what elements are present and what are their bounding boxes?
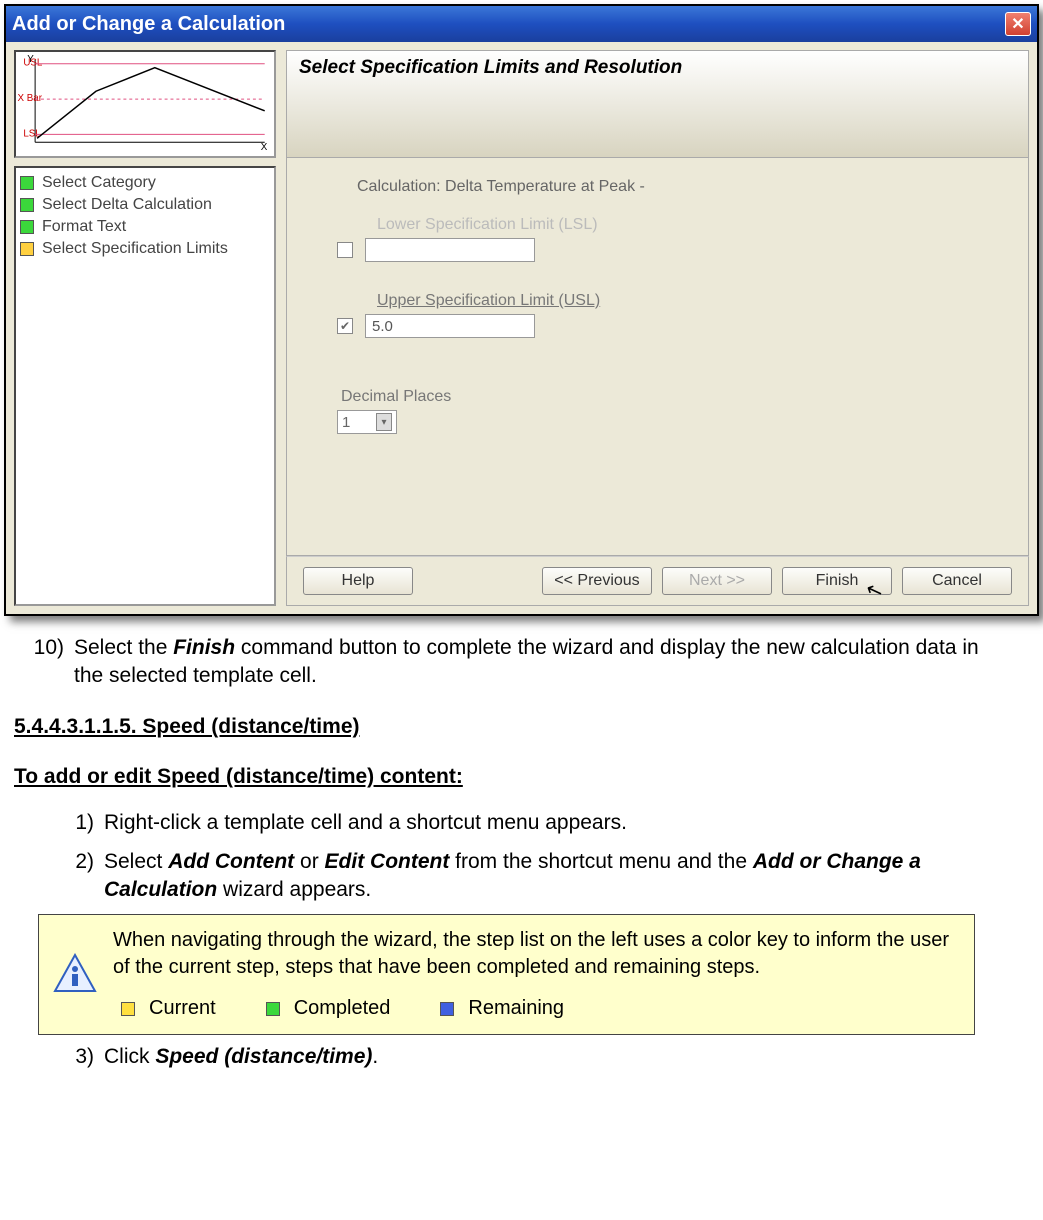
- close-button[interactable]: ✕: [1005, 12, 1031, 36]
- step-label: Select Specification Limits: [42, 240, 228, 258]
- list-number: 3): [14, 1043, 98, 1071]
- lsl-checkbox[interactable]: [337, 242, 353, 258]
- chevron-down-icon: ▾: [376, 413, 392, 431]
- list-text: Right-click a template cell and a shortc…: [98, 809, 999, 837]
- step-status-icon: [20, 220, 34, 234]
- subsection-heading: To add or edit Speed (distance/time) con…: [14, 763, 999, 791]
- section-heading: 5.4.4.3.1.1.5. Speed (distance/time): [14, 713, 999, 741]
- decimal-dropdown[interactable]: 1 ▾: [337, 410, 397, 434]
- step-item[interactable]: Select Delta Calculation: [20, 194, 270, 216]
- step-item[interactable]: Select Specification Limits: [20, 238, 270, 260]
- close-icon: ✕: [1011, 14, 1024, 34]
- dialog-title: Add or Change a Calculation: [12, 13, 285, 36]
- note-box: When navigating through the wizard, the …: [38, 914, 975, 1035]
- panel-body: Calculation: Delta Temperature at Peak -…: [286, 158, 1029, 556]
- legend-label: Completed: [294, 995, 391, 1022]
- step-item[interactable]: Select Category: [20, 172, 270, 194]
- step-label: Format Text: [42, 218, 126, 236]
- lsl-input[interactable]: [365, 238, 535, 262]
- list-text: Select Add Content or Edit Content from …: [98, 848, 999, 905]
- document-body: 10) Select the Finish command button to …: [0, 620, 1043, 1102]
- step-status-icon: [20, 198, 34, 212]
- previous-button[interactable]: << Previous: [542, 567, 652, 595]
- lsl-label: Lower Specification Limit (LSL): [377, 216, 988, 234]
- wizard-dialog: Add or Change a Calculation ✕ USL X Bar …: [4, 4, 1039, 616]
- svg-text:Y: Y: [27, 54, 34, 65]
- svg-text:X: X: [261, 142, 268, 153]
- steps-list: Select Category Select Delta Calculation…: [14, 166, 276, 606]
- legend-current-icon: [121, 1002, 135, 1016]
- legend-completed-icon: [266, 1002, 280, 1016]
- titlebar: Add or Change a Calculation ✕: [6, 6, 1037, 42]
- usl-checkbox[interactable]: ✔: [337, 318, 353, 334]
- step-label: Select Category: [42, 174, 156, 192]
- list-number: 2): [14, 848, 98, 905]
- step-status-icon: [20, 176, 34, 190]
- legend: Current Completed Remaining: [121, 995, 960, 1022]
- step-item[interactable]: Format Text: [20, 216, 270, 238]
- svg-text:X Bar: X Bar: [17, 93, 42, 104]
- decimal-label: Decimal Places: [341, 388, 988, 406]
- cancel-button[interactable]: Cancel: [902, 567, 1012, 595]
- step-status-icon: [20, 242, 34, 256]
- button-bar: Help << Previous Next >> Finish Cancel ↖: [286, 556, 1029, 606]
- info-icon: [53, 953, 97, 997]
- usl-label: Upper Specification Limit (USL): [377, 292, 988, 310]
- decimal-value: 1: [342, 414, 350, 431]
- calculation-label: Calculation: Delta Temperature at Peak -: [357, 178, 988, 196]
- panel-title: Select Specification Limits and Resoluti…: [286, 50, 1029, 158]
- list-number: 1): [14, 809, 98, 837]
- step-label: Select Delta Calculation: [42, 196, 212, 214]
- preview-chart: USL X Bar LSL Y X: [14, 50, 276, 158]
- next-button: Next >>: [662, 567, 772, 595]
- legend-remaining-icon: [440, 1002, 454, 1016]
- legend-label: Current: [149, 995, 216, 1022]
- list-text: Select the Finish command button to comp…: [68, 634, 999, 691]
- note-text: When navigating through the wizard, the …: [113, 927, 960, 981]
- legend-label: Remaining: [468, 995, 564, 1022]
- list-number: 10): [14, 634, 68, 691]
- usl-input[interactable]: 5.0: [365, 314, 535, 338]
- help-button[interactable]: Help: [303, 567, 413, 595]
- list-text: Click Speed (distance/time).: [98, 1043, 999, 1071]
